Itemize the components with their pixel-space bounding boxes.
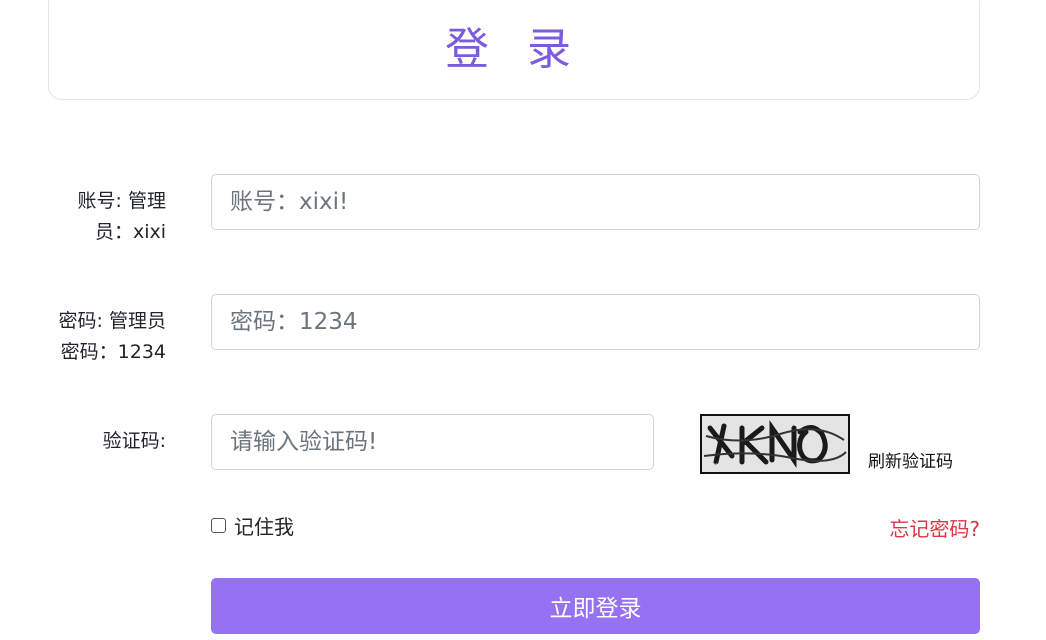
login-button[interactable]: 立即登录 [211, 578, 980, 634]
title-card: 登 录 [48, 0, 980, 100]
page-title: 登 录 [445, 24, 583, 75]
refresh-captcha-link[interactable]: 刷新验证码 [868, 447, 953, 472]
captcha-image[interactable]: YKNO [700, 414, 850, 474]
captcha-noise-graphic: YKNO [702, 416, 848, 472]
password-input[interactable] [211, 294, 980, 350]
account-input[interactable] [211, 174, 980, 230]
remember-me[interactable]: 记住我 [211, 511, 294, 540]
captcha-text: YKNO [707, 463, 725, 470]
remember-checkbox[interactable] [211, 518, 226, 533]
account-label: 账号: 管理员：xixi [77, 190, 166, 243]
captcha-label: 验证码: [102, 430, 166, 452]
password-label: 密码: 管理员密码：1234 [58, 310, 166, 363]
captcha-input[interactable] [211, 414, 654, 470]
forgot-password-link[interactable]: 忘记密码? [889, 513, 980, 542]
remember-label: 记住我 [234, 515, 294, 539]
